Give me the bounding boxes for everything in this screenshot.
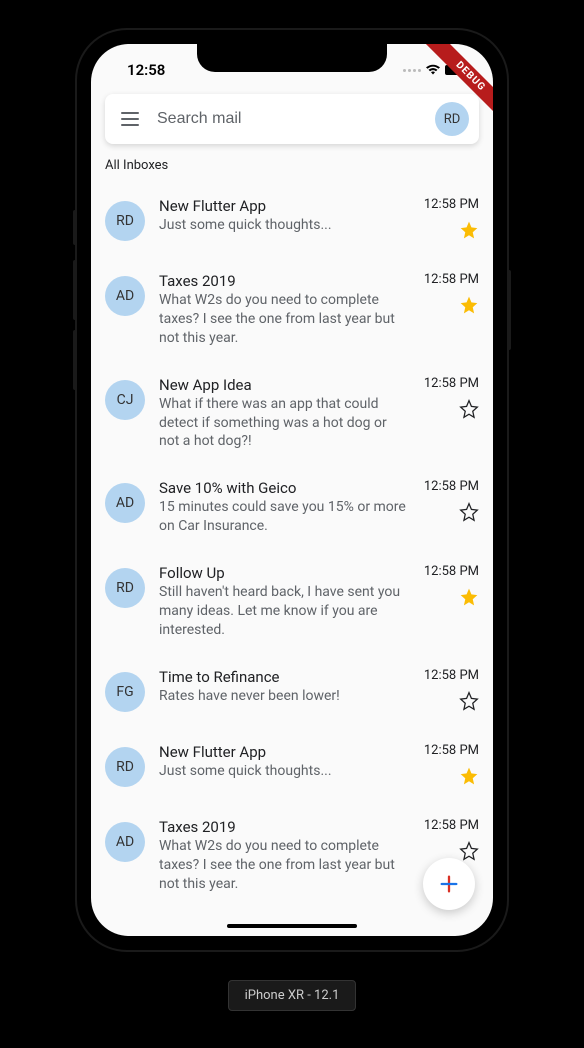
email-meta: 12:58 PM bbox=[424, 376, 479, 423]
email-content: Time to RefinanceRates have never been l… bbox=[159, 668, 410, 706]
email-meta: 12:58 PM bbox=[424, 743, 479, 790]
email-preview: 15 minutes could save you 15% or more on… bbox=[159, 498, 410, 536]
email-subject: Taxes 2019 bbox=[159, 272, 410, 290]
email-time: 12:58 PM bbox=[424, 479, 479, 494]
search-bar: RD bbox=[105, 94, 479, 144]
email-preview: Just some quick thoughts... bbox=[159, 762, 410, 781]
email-item[interactable]: CJ New App IdeaWhat if there was an app t… bbox=[91, 362, 493, 466]
sender-avatar: CJ bbox=[105, 380, 145, 420]
email-content: Taxes 2019What W2s do you need to comple… bbox=[159, 818, 410, 894]
email-preview: Rates have never been lower! bbox=[159, 687, 410, 706]
email-item[interactable]: RD Follow UpStill haven't heard back, I h… bbox=[91, 550, 493, 654]
email-item[interactable]: RD New Flutter AppJust some quick thought… bbox=[91, 729, 493, 804]
email-content: New Flutter AppJust some quick thoughts.… bbox=[159, 743, 410, 781]
email-subject: New Flutter App bbox=[159, 197, 410, 215]
email-item[interactable]: RD New Flutter AppJust some quick thought… bbox=[91, 183, 493, 258]
signal-dots-icon bbox=[403, 69, 421, 72]
email-time: 12:58 PM bbox=[424, 272, 479, 287]
status-time: 12:58 bbox=[127, 61, 165, 79]
email-preview: Still haven't heard back, I have sent yo… bbox=[159, 583, 410, 640]
wifi-icon bbox=[425, 61, 441, 80]
section-label: All Inboxes bbox=[91, 154, 493, 183]
email-subject: New App Idea bbox=[159, 376, 410, 394]
star-icon[interactable] bbox=[459, 691, 479, 715]
profile-avatar[interactable]: RD bbox=[435, 102, 469, 136]
star-icon[interactable] bbox=[459, 399, 479, 423]
sender-avatar: RD bbox=[105, 747, 145, 787]
sender-avatar: AD bbox=[105, 483, 145, 523]
email-content: Save 10% with Geico15 minutes could save… bbox=[159, 479, 410, 536]
phone-frame: DEBUG 12:58 RD All Inboxes bbox=[77, 30, 507, 950]
email-content: New App IdeaWhat if there was an app tha… bbox=[159, 376, 410, 452]
menu-icon[interactable] bbox=[121, 112, 139, 126]
sender-avatar: FG bbox=[105, 672, 145, 712]
email-subject: New Flutter App bbox=[159, 743, 410, 761]
email-preview: What W2s do you need to complete taxes? … bbox=[159, 837, 410, 894]
sender-avatar: RD bbox=[105, 201, 145, 241]
notch bbox=[197, 44, 387, 72]
star-icon[interactable] bbox=[459, 220, 479, 244]
email-item[interactable]: AD Taxes 2019What W2s do you need to comp… bbox=[91, 258, 493, 362]
email-time: 12:58 PM bbox=[424, 668, 479, 683]
email-meta: 12:58 PM bbox=[424, 272, 479, 319]
email-meta: 12:58 PM bbox=[424, 479, 479, 526]
search-input[interactable] bbox=[157, 110, 417, 128]
email-preview: Just some quick thoughts... bbox=[159, 216, 410, 235]
sender-avatar: AD bbox=[105, 822, 145, 862]
device-label: iPhone XR - 12.1 bbox=[228, 980, 357, 1011]
home-indicator[interactable] bbox=[227, 924, 357, 928]
email-subject: Time to Refinance bbox=[159, 668, 410, 686]
side-button bbox=[73, 260, 77, 320]
email-subject: Follow Up bbox=[159, 564, 410, 582]
email-item[interactable]: FG Time to RefinanceRates have never been… bbox=[91, 654, 493, 729]
email-preview: What if there was an app that could dete… bbox=[159, 395, 410, 452]
screen: DEBUG 12:58 RD All Inboxes bbox=[91, 44, 493, 936]
email-meta: 12:58 PM bbox=[424, 564, 479, 611]
email-time: 12:58 PM bbox=[424, 376, 479, 391]
email-content: Taxes 2019What W2s do you need to comple… bbox=[159, 272, 410, 348]
email-item[interactable]: AD Save 10% with Geico15 minutes could sa… bbox=[91, 465, 493, 550]
email-time: 12:58 PM bbox=[424, 818, 479, 833]
side-button bbox=[73, 330, 77, 390]
sender-avatar: RD bbox=[105, 568, 145, 608]
plus-icon bbox=[438, 873, 460, 895]
email-time: 12:58 PM bbox=[424, 197, 479, 212]
email-subject: Taxes 2019 bbox=[159, 818, 410, 836]
star-icon[interactable] bbox=[459, 295, 479, 319]
email-time: 12:58 PM bbox=[424, 564, 479, 579]
star-icon[interactable] bbox=[459, 587, 479, 611]
star-icon[interactable] bbox=[459, 766, 479, 790]
email-subject: Save 10% with Geico bbox=[159, 479, 410, 497]
email-time: 12:58 PM bbox=[424, 743, 479, 758]
email-content: New Flutter AppJust some quick thoughts.… bbox=[159, 197, 410, 235]
email-list[interactable]: RDNew Flutter AppJust some quick thought… bbox=[91, 183, 493, 936]
email-preview: What W2s do you need to complete taxes? … bbox=[159, 291, 410, 348]
email-meta: 12:58 PM bbox=[424, 668, 479, 715]
sender-avatar: AD bbox=[105, 276, 145, 316]
side-button bbox=[73, 210, 77, 245]
email-content: Follow UpStill haven't heard back, I hav… bbox=[159, 564, 410, 640]
side-button bbox=[507, 270, 511, 350]
compose-button[interactable] bbox=[423, 858, 475, 910]
email-meta: 12:58 PM bbox=[424, 197, 479, 244]
star-icon[interactable] bbox=[459, 502, 479, 526]
